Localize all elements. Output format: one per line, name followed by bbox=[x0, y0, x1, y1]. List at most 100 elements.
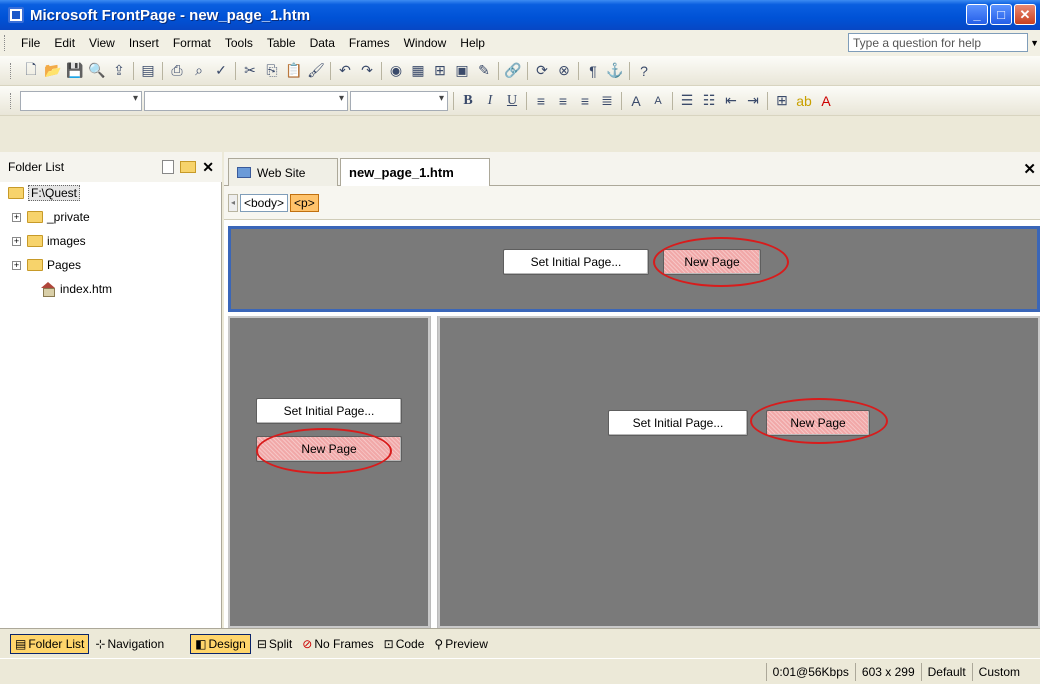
open-icon[interactable]: 📂 bbox=[42, 60, 64, 82]
help-dropdown-arrow-icon[interactable]: ▼ bbox=[1030, 38, 1039, 48]
menu-edit[interactable]: Edit bbox=[47, 36, 82, 50]
tab-design[interactable]: ◧ Design bbox=[190, 633, 251, 654]
expand-icon[interactable]: + bbox=[12, 212, 21, 222]
preview-icon[interactable]: ⌕ bbox=[188, 60, 210, 82]
frame-left[interactable]: Set Initial Page... New Page bbox=[228, 316, 430, 628]
align-center-icon[interactable]: ≡ bbox=[552, 90, 574, 112]
italic-icon[interactable]: I bbox=[479, 90, 501, 112]
menu-frames[interactable]: Frames bbox=[342, 36, 397, 50]
menu-data[interactable]: Data bbox=[303, 36, 342, 50]
tab-no-frames[interactable]: ⊘ No Frames bbox=[298, 634, 377, 654]
insert-layer-icon[interactable]: ⊞ bbox=[429, 60, 451, 82]
underline-icon[interactable]: U bbox=[501, 90, 523, 112]
menu-table[interactable]: Table bbox=[260, 36, 303, 50]
set-initial-page-button[interactable]: Set Initial Page... bbox=[256, 398, 402, 424]
new-page-button[interactable]: New Page bbox=[256, 436, 402, 462]
tag-p[interactable]: <p> bbox=[290, 193, 319, 212]
cut-icon[interactable]: ✂ bbox=[239, 60, 261, 82]
justify-icon[interactable]: ≣ bbox=[596, 90, 618, 112]
increase-font-icon[interactable]: A bbox=[625, 90, 647, 112]
anchor-icon[interactable]: ⚓ bbox=[604, 60, 626, 82]
insert-table-icon[interactable]: ▦ bbox=[407, 60, 429, 82]
borders-icon[interactable]: ⊞ bbox=[771, 90, 793, 112]
web-component-icon[interactable]: ◉ bbox=[385, 60, 407, 82]
set-initial-page-button[interactable]: Set Initial Page... bbox=[608, 410, 748, 436]
toolbar-grip[interactable] bbox=[10, 62, 14, 79]
tab-preview[interactable]: ⚲ Preview bbox=[430, 634, 491, 654]
close-icon[interactable]: ✕ bbox=[202, 159, 214, 176]
new-page-button[interactable]: New Page bbox=[766, 410, 870, 436]
publish-icon[interactable]: ⇪ bbox=[108, 60, 130, 82]
menu-file[interactable]: File bbox=[14, 36, 47, 50]
bold-icon[interactable]: B bbox=[457, 90, 479, 112]
numbering-icon[interactable]: ☰ bbox=[676, 90, 698, 112]
stop-icon[interactable]: ⊗ bbox=[553, 60, 575, 82]
frame-right[interactable]: Set Initial Page... New Page bbox=[438, 316, 1040, 628]
new-page-icon[interactable]: 🗋 bbox=[20, 60, 42, 82]
tab-web-site[interactable]: Web Site bbox=[228, 158, 338, 186]
maximize-button[interactable]: □ bbox=[990, 4, 1012, 25]
layers-icon[interactable]: ▤ bbox=[137, 60, 159, 82]
font-select[interactable] bbox=[144, 90, 348, 111]
align-right-icon[interactable]: ≡ bbox=[574, 90, 596, 112]
tab-folder-list[interactable]: ▤ Folder List bbox=[10, 633, 90, 654]
new-page-icon[interactable] bbox=[162, 160, 175, 174]
scroll-left-icon[interactable]: ◂ bbox=[228, 193, 238, 212]
frontpage-app-icon[interactable] bbox=[8, 7, 24, 23]
menu-format[interactable]: Format bbox=[166, 36, 218, 50]
tree-item-pages[interactable]: + Pages bbox=[12, 256, 81, 274]
show-all-icon[interactable]: ¶ bbox=[582, 60, 604, 82]
frame-splitter[interactable] bbox=[430, 316, 438, 628]
style-select[interactable] bbox=[20, 90, 142, 111]
increase-indent-icon[interactable]: ⇥ bbox=[742, 90, 764, 112]
highlight-icon[interactable]: ab bbox=[793, 90, 815, 112]
menu-window[interactable]: Window bbox=[397, 36, 454, 50]
menu-view[interactable]: View bbox=[82, 36, 122, 50]
close-button[interactable]: ✕ bbox=[1014, 4, 1036, 25]
print-icon[interactable]: ⎙ bbox=[166, 60, 188, 82]
decrease-font-icon[interactable]: A bbox=[647, 90, 669, 112]
menu-tools[interactable]: Tools bbox=[218, 36, 260, 50]
search-icon[interactable]: 🔍 bbox=[86, 60, 108, 82]
paste-icon[interactable]: 📋 bbox=[283, 60, 305, 82]
close-document-icon[interactable]: ✕ bbox=[1023, 160, 1036, 178]
align-left-icon[interactable]: ≡ bbox=[530, 90, 552, 112]
bullets-icon[interactable]: ☷ bbox=[698, 90, 720, 112]
drawing-icon[interactable]: ✎ bbox=[473, 60, 495, 82]
save-icon[interactable]: 💾 bbox=[64, 60, 86, 82]
hyperlink-icon[interactable]: 🔗 bbox=[502, 60, 524, 82]
refresh-icon[interactable]: ⟳ bbox=[531, 60, 553, 82]
insert-picture-icon[interactable]: ▣ bbox=[451, 60, 473, 82]
expand-icon[interactable]: + bbox=[12, 260, 21, 270]
new-folder-icon[interactable] bbox=[180, 161, 197, 173]
format-painter-icon[interactable]: 🖌 bbox=[305, 60, 327, 82]
font-color-icon[interactable]: A bbox=[815, 90, 837, 112]
tab-navigation[interactable]: ⊹ Navigation bbox=[91, 634, 168, 654]
redo-icon[interactable]: ↷ bbox=[356, 60, 378, 82]
tab-new-page[interactable]: new_page_1.htm bbox=[340, 158, 490, 186]
tab-split[interactable]: ⊟ Split bbox=[253, 634, 296, 654]
tree-item-index[interactable]: index.htm bbox=[40, 280, 112, 298]
font-size-select[interactable] bbox=[350, 90, 448, 111]
frame-top[interactable]: Set Initial Page... New Page bbox=[228, 226, 1040, 312]
help-search-input[interactable]: Type a question for help bbox=[848, 33, 1028, 52]
undo-icon[interactable]: ↶ bbox=[334, 60, 356, 82]
tree-item-images[interactable]: + images bbox=[12, 232, 86, 250]
menu-help[interactable]: Help bbox=[453, 36, 492, 50]
copy-icon[interactable]: ⎘ bbox=[261, 60, 283, 82]
status-page-size[interactable]: 603 x 299 bbox=[854, 662, 921, 681]
tree-root[interactable]: F:\Quest bbox=[8, 184, 81, 202]
toolbar-grip[interactable] bbox=[4, 35, 8, 51]
tree-item-private[interactable]: + _private bbox=[12, 208, 90, 226]
help-icon[interactable]: ? bbox=[633, 60, 655, 82]
toolbar-grip[interactable] bbox=[10, 92, 14, 109]
decrease-indent-icon[interactable]: ⇤ bbox=[720, 90, 742, 112]
expand-icon[interactable]: + bbox=[12, 236, 21, 246]
tag-body[interactable]: <body> bbox=[240, 193, 289, 212]
new-page-button[interactable]: New Page bbox=[663, 249, 761, 275]
set-initial-page-button[interactable]: Set Initial Page... bbox=[503, 249, 649, 275]
menu-insert[interactable]: Insert bbox=[122, 36, 166, 50]
tab-code[interactable]: ⊡ Code bbox=[380, 634, 429, 654]
minimize-button[interactable]: _ bbox=[966, 4, 988, 25]
spelling-icon[interactable]: ✓ bbox=[210, 60, 232, 82]
